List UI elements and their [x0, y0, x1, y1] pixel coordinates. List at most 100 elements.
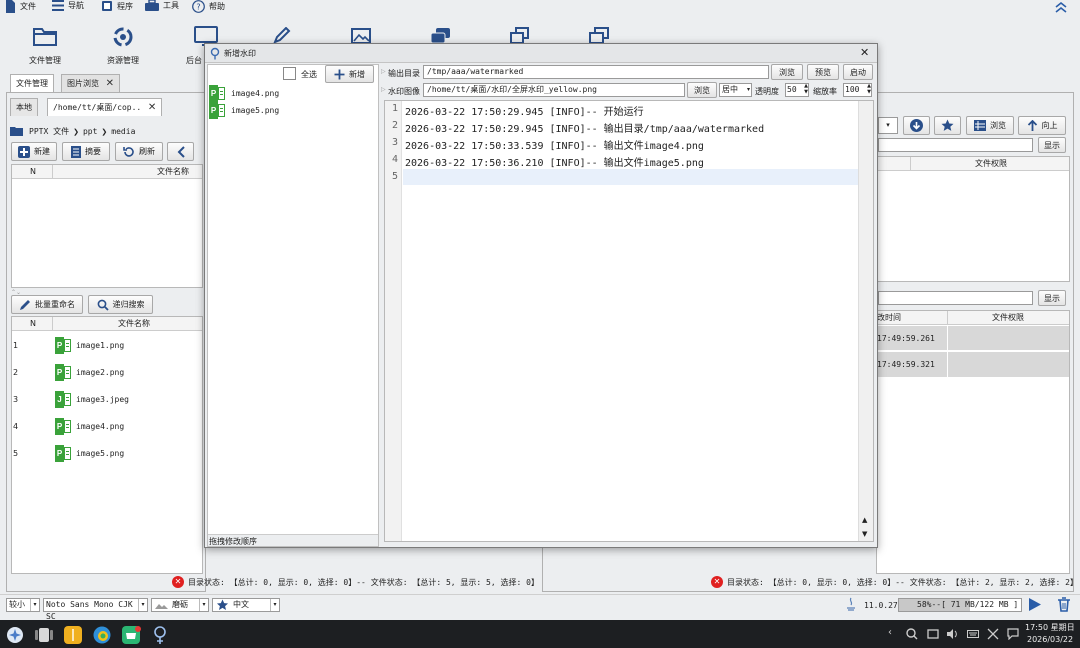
- scroll-up-icon[interactable]: ▲: [862, 516, 867, 524]
- close-icon[interactable]: ✕: [106, 75, 114, 92]
- show-button[interactable]: 显示: [1038, 137, 1066, 153]
- tab-image-browser[interactable]: 图片浏览 ✕: [61, 74, 120, 92]
- browse-watermark-button[interactable]: 浏览: [687, 82, 717, 98]
- close-icon[interactable]: ✕: [860, 46, 869, 59]
- refresh-button[interactable]: 刷新: [115, 142, 163, 161]
- log-area[interactable]: 1 2026-03-22 17:50:29.945 [INFO]-- 开始运行 2 2…: [384, 100, 874, 542]
- right-dir-list[interactable]: 文件权限: [876, 156, 1070, 282]
- add-button[interactable]: 新增: [325, 65, 374, 83]
- chevron-left-icon: [177, 145, 185, 158]
- close-icon[interactable]: ✕: [148, 99, 156, 116]
- menu-file[interactable]: 文件: [4, 0, 36, 13]
- scrollbar[interactable]: ▲ ▼: [858, 101, 873, 541]
- subtab-local[interactable]: 本地: [10, 98, 38, 116]
- table-row[interactable]: 3 Jimage3.jpeg: [12, 387, 202, 414]
- image-icon[interactable]: [351, 28, 371, 44]
- trash-icon[interactable]: [1057, 597, 1071, 612]
- arrow-up-icon: [1027, 119, 1037, 131]
- language-select[interactable]: 中文 ▾: [212, 598, 280, 612]
- search-icon[interactable]: [906, 628, 918, 640]
- toolbar-resource-manager[interactable]: 资源管理: [100, 26, 146, 70]
- volume-icon[interactable]: [946, 628, 959, 640]
- file-type-icon: J: [55, 391, 71, 408]
- list-item[interactable]: P image4.png: [209, 85, 377, 102]
- right-file-list[interactable]: 改时间 文件权限 17:49:59.261 17:49:59.321: [876, 310, 1070, 574]
- dialog-titlebar[interactable]: 新增水印 ✕: [205, 44, 877, 63]
- right-filter-input[interactable]: [878, 138, 1033, 152]
- align-select[interactable]: 居中 ▾: [719, 83, 752, 97]
- collapse-icon[interactable]: [1055, 1, 1067, 13]
- font-select[interactable]: Noto Sans Mono CJK SC ▾: [43, 598, 148, 621]
- java-app-icon[interactable]: [152, 625, 168, 645]
- bookmark-button[interactable]: [934, 116, 961, 135]
- list-item[interactable]: P image5.png: [209, 102, 377, 119]
- tab-file-manager[interactable]: 文件管理: [10, 74, 54, 92]
- table-row[interactable]: 17:49:59.321: [877, 352, 1069, 377]
- menu-nav[interactable]: 导航: [52, 0, 84, 11]
- row-number: 4: [13, 422, 19, 431]
- menu-tools[interactable]: 工具: [145, 0, 179, 11]
- play-icon[interactable]: [1028, 597, 1042, 612]
- browse-button[interactable]: 浏览: [966, 116, 1014, 135]
- notification-icon[interactable]: [1007, 628, 1019, 640]
- breadcrumb-item[interactable]: media: [111, 127, 135, 136]
- start-button[interactable]: 启动: [843, 64, 873, 80]
- show-button-2[interactable]: 显示: [1038, 290, 1066, 306]
- back-button[interactable]: [167, 142, 194, 161]
- download-button[interactable]: [903, 116, 930, 135]
- dir-list[interactable]: N 文件名称: [11, 164, 203, 288]
- store-app-icon[interactable]: [122, 626, 142, 644]
- program-icon: [102, 1, 112, 11]
- menu-help[interactable]: ? 帮助: [192, 0, 225, 13]
- batch-rename-button[interactable]: 批量重命名: [11, 295, 83, 314]
- output-dir-input[interactable]: /tmp/aaa/watermarked: [423, 65, 769, 79]
- log-text: 2026-03-22 17:50:36.210 [INFO]-- 输出文件ima…: [405, 158, 704, 169]
- chevron-left-icon[interactable]: ‹: [888, 627, 892, 638]
- browser-app-icon[interactable]: [93, 626, 111, 644]
- breadcrumb-item[interactable]: PPTX 文件: [29, 126, 69, 137]
- spinner-arrows-icon[interactable]: ▲ ▼: [867, 83, 871, 95]
- right-filter-input-2[interactable]: [878, 291, 1033, 305]
- browse-output-button[interactable]: 浏览: [771, 64, 803, 80]
- download-icon: [910, 119, 923, 132]
- network-off-icon[interactable]: [987, 628, 999, 640]
- recursive-search-button[interactable]: 递归搜索: [88, 295, 153, 314]
- table-row[interactable]: 5 Pimage5.png: [12, 441, 202, 468]
- opacity-spinner[interactable]: 50 ▲ ▼: [785, 83, 809, 97]
- spinner-arrows-icon[interactable]: ▲ ▼: [804, 83, 808, 95]
- table-row[interactable]: 2 Pimage2.png: [12, 360, 202, 387]
- breadcrumb: PPTX 文件 ❯ ppt ❯ media: [10, 126, 135, 137]
- path-dropdown[interactable]: ▾: [878, 117, 898, 134]
- launcher-icon[interactable]: [6, 626, 24, 644]
- multitask-icon[interactable]: [35, 627, 53, 643]
- size-select[interactable]: 较小 ▾: [6, 598, 40, 612]
- up-button[interactable]: 向上: [1018, 116, 1066, 135]
- scale-spinner[interactable]: 100 ▲ ▼: [843, 83, 872, 97]
- table-row[interactable]: 17:49:59.261: [877, 326, 1069, 351]
- new-button[interactable]: 新建: [11, 142, 57, 161]
- line-number: 3: [392, 137, 399, 148]
- scroll-down-icon[interactable]: ▼: [862, 530, 867, 538]
- file-manager-app-icon[interactable]: [64, 626, 82, 644]
- breadcrumb-item[interactable]: ppt: [83, 127, 97, 136]
- subtab-path[interactable]: /home/tt/桌面/cop.. ✕: [47, 98, 163, 116]
- dialog-watermark-row: ▷ 水印图像 /home/tt/桌面/水印/全屏水印_yellow.png 浏览…: [381, 82, 872, 98]
- file-list[interactable]: N 文件名称 1 Pimage1.png 2 Pimage2.png 3 Jimage3.…: [11, 316, 203, 574]
- summary-button[interactable]: 摘要: [62, 142, 110, 161]
- menu-program[interactable]: 程序: [101, 0, 133, 12]
- right-status: ✕ 目录状态: 【总计: 0, 显示: 0, 选择: 0】-- 文件状态: 【总…: [711, 576, 1078, 588]
- screenshot-icon[interactable]: [927, 628, 939, 640]
- chevron-down-icon: ▾: [199, 599, 208, 611]
- chevron-down-icon: ▾: [30, 599, 39, 611]
- search-icon: [97, 299, 109, 311]
- select-all-checkbox[interactable]: [283, 67, 296, 80]
- drag-hint: 拖拽修改顺序: [208, 534, 378, 546]
- preview-button[interactable]: 预览: [807, 64, 839, 80]
- keyboard-icon[interactable]: [967, 628, 979, 640]
- theme-select[interactable]: 磨砺 ▾: [151, 598, 209, 612]
- toolbar-file-manager[interactable]: 文件管理: [22, 26, 68, 70]
- table-row[interactable]: 4 Pimage4.png: [12, 414, 202, 441]
- dialog-output-row: ▷ 输出目录 /tmp/aaa/watermarked 浏览 预览 启动: [381, 64, 875, 82]
- watermark-image-input[interactable]: /home/tt/桌面/水印/全屏水印_yellow.png: [423, 83, 685, 97]
- table-row[interactable]: 1 Pimage1.png: [12, 333, 202, 360]
